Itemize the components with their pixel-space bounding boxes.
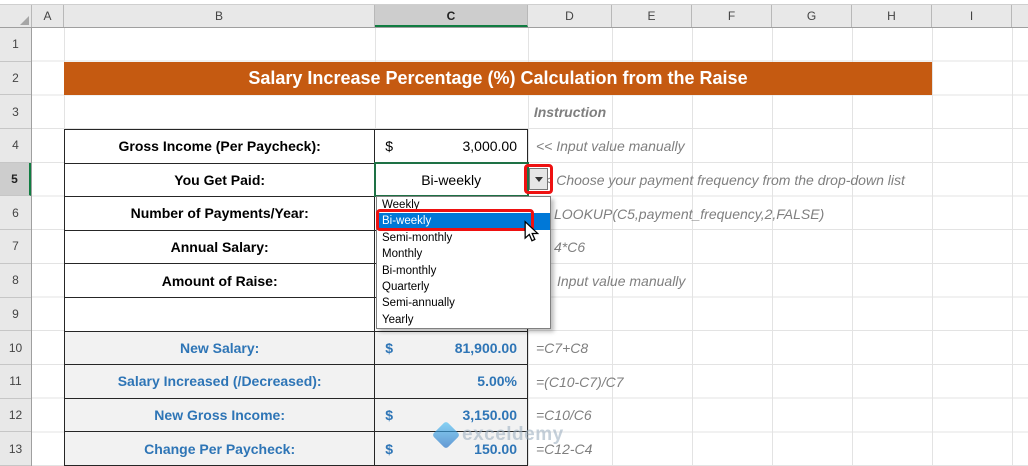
row-header-8[interactable]: 8 — [0, 264, 31, 298]
table-row-you-get-paid: You Get Paid: Bi-weekly — [65, 163, 527, 198]
note-payment-frequency[interactable]: << Choose your payment frequency from th… — [536, 163, 905, 197]
table-row-gross-income: Gross Income (Per Paycheck): $ 3,000.00 — [65, 130, 527, 164]
cell-amount-of-raise-label[interactable]: Amount of Raise: — [65, 264, 376, 297]
dropdown-option-bimonthly[interactable]: Bi-monthly — [377, 263, 550, 279]
column-header-filler — [1012, 5, 1028, 27]
column-header-b[interactable]: B — [64, 5, 375, 27]
dropdown-option-weekly[interactable]: Weekly — [377, 197, 550, 213]
row-header-6[interactable]: 6 — [0, 196, 31, 231]
amount-value: 3,000.00 — [462, 138, 518, 155]
chevron-down-icon — [534, 176, 543, 182]
row-header-2[interactable]: 2 — [0, 62, 31, 96]
row-header-3[interactable]: 3 — [0, 95, 31, 130]
note-change-per-paycheck-formula[interactable]: =C12-C4 — [536, 432, 592, 466]
row-header-13[interactable]: 13 — [0, 432, 31, 466]
table-row-new-gross-income: New Gross Income: $ 3,150.00 — [65, 398, 527, 433]
dropdown-option-biweekly[interactable]: Bi-weekly — [377, 213, 550, 230]
cell-you-get-paid-label[interactable]: You Get Paid: — [65, 163, 376, 197]
cell-annual-salary-label[interactable]: Annual Salary: — [65, 230, 376, 264]
column-header-h[interactable]: H — [852, 5, 932, 27]
cell-salary-increased-label[interactable]: Salary Increased (/Decreased): — [65, 365, 376, 398]
table-row-change-per-paycheck: Change Per Paycheck: $ 150.00 — [65, 432, 527, 465]
currency-symbol: $ — [385, 440, 394, 457]
dropdown-option-monthly[interactable]: Monthly — [377, 246, 550, 262]
cell-new-salary-value[interactable]: $ 81,900.00 — [375, 332, 527, 365]
cell-payments-per-year-label[interactable]: Number of Payments/Year: — [65, 197, 376, 230]
dropdown-arrow-button[interactable] — [529, 168, 548, 190]
row-header-11[interactable]: 11 — [0, 365, 31, 399]
gridline — [932, 28, 933, 466]
cell-change-per-paycheck-value[interactable]: $ 150.00 — [375, 432, 527, 465]
cell-new-gross-income-value[interactable]: $ 3,150.00 — [375, 399, 527, 432]
column-header-g[interactable]: G — [772, 5, 852, 27]
cell-gross-income-value[interactable]: $ 3,000.00 — [375, 130, 527, 163]
row-header-12[interactable]: 12 — [0, 399, 31, 433]
cell-empty[interactable] — [65, 297, 376, 331]
table-row-salary-increased: Salary Increased (/Decreased): 5.00% — [65, 365, 527, 399]
note-annual-salary-formula[interactable]: 4*C6 — [554, 230, 585, 264]
column-header-i[interactable]: I — [932, 5, 1012, 27]
currency-symbol: $ — [385, 407, 394, 424]
column-header-c[interactable]: C — [375, 5, 528, 27]
amount-value: 81,900.00 — [454, 339, 517, 356]
note-salary-increase-formula[interactable]: =(C10-C7)/C7 — [536, 365, 624, 399]
percent-value: 5.00% — [477, 373, 517, 390]
row-header-4[interactable]: 4 — [0, 129, 31, 163]
excel-worksheet: A B C D E F G H I 1 2 3 4 5 6 7 8 9 10 1… — [0, 0, 1028, 466]
page-title: Salary Increase Percentage (%) Calculati… — [248, 68, 748, 88]
select-all-button[interactable] — [0, 5, 32, 27]
column-header-d[interactable]: D — [528, 5, 612, 27]
row-header-1[interactable]: 1 — [0, 28, 31, 62]
selected-frequency: Bi-weekly — [421, 171, 482, 188]
row-header-5[interactable]: 5 — [0, 162, 31, 197]
cell-payment-frequency-value[interactable]: Bi-weekly — [375, 164, 527, 197]
gridline — [1012, 28, 1013, 466]
cell-change-per-paycheck-label[interactable]: Change Per Paycheck: — [65, 432, 376, 465]
note-vlookup-formula[interactable]: LOOKUP(C5,payment_frequency,2,FALSE) — [554, 197, 824, 231]
currency-symbol: $ — [385, 339, 394, 356]
note-amount-of-raise[interactable]: Input value manually — [557, 264, 685, 298]
cell-new-gross-income-label[interactable]: New Gross Income: — [65, 398, 376, 432]
currency-symbol: $ — [385, 138, 394, 155]
row-header-9[interactable]: 9 — [0, 298, 31, 332]
dropdown-option-semiannually[interactable]: Semi-annually — [377, 295, 550, 311]
instruction-header[interactable]: Instruction — [528, 96, 612, 129]
amount-value: 150.00 — [474, 440, 517, 457]
payment-frequency-dropdown: Weekly Bi-weekly Semi-monthly Monthly Bi… — [376, 196, 551, 330]
column-header-a[interactable]: A — [32, 5, 64, 27]
note-gross-income[interactable]: << Input value manually — [536, 129, 685, 163]
amount-value: 3,150.00 — [462, 407, 518, 424]
dropdown-option-quarterly[interactable]: Quarterly — [377, 279, 550, 295]
cell-salary-increased-value[interactable]: 5.00% — [375, 365, 527, 398]
cell-new-salary-label[interactable]: New Salary: — [65, 331, 376, 365]
dropdown-option-yearly[interactable]: Yearly — [377, 312, 550, 328]
table-row-new-salary: New Salary: $ 81,900.00 — [65, 331, 527, 366]
column-headers: A B C D E F G H I — [0, 4, 1028, 28]
column-header-f[interactable]: F — [692, 5, 772, 27]
column-header-e[interactable]: E — [612, 5, 692, 27]
note-new-gross-income-formula[interactable]: =C10/C6 — [536, 398, 592, 432]
note-new-salary-formula[interactable]: =C7+C8 — [536, 331, 588, 365]
row-header-10[interactable]: 10 — [0, 331, 31, 365]
row-header-7[interactable]: 7 — [0, 230, 31, 264]
title-banner: Salary Increase Percentage (%) Calculati… — [64, 62, 932, 95]
row-headers: 1 2 3 4 5 6 7 8 9 10 11 12 13 — [0, 28, 32, 466]
dropdown-option-semimonthly[interactable]: Semi-monthly — [377, 230, 550, 246]
select-all-triangle-icon — [20, 16, 29, 25]
cell-gross-income-label[interactable]: Gross Income (Per Paycheck): — [65, 130, 376, 163]
